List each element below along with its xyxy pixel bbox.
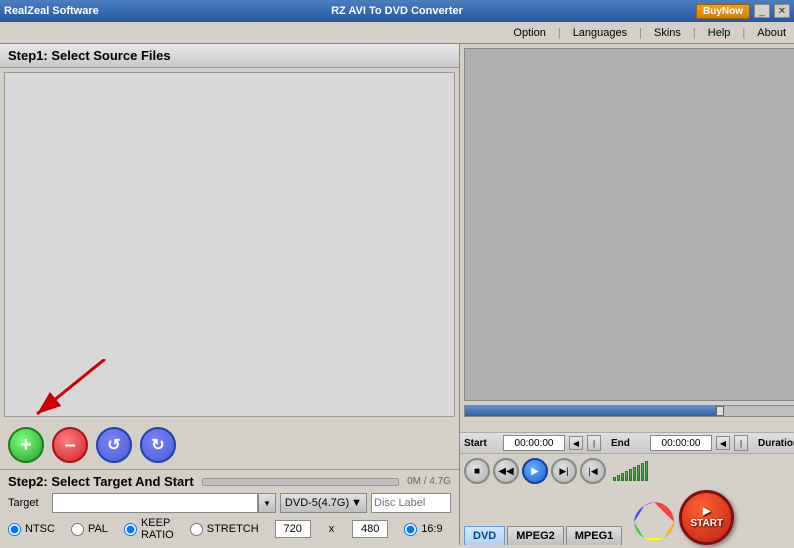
remove-file-button[interactable]: –: [52, 427, 88, 463]
app-title: RZ AVI To DVD Converter: [331, 5, 463, 17]
play-button[interactable]: ▶: [522, 458, 548, 484]
close-button[interactable]: ✕: [774, 4, 790, 18]
target-dropdown-button[interactable]: ▼: [258, 493, 276, 513]
target-label: Target: [8, 497, 48, 509]
height-input[interactable]: 480: [352, 520, 388, 538]
start-label: START: [690, 518, 723, 529]
preview-area: [464, 48, 794, 401]
move-down-button[interactable]: ↻: [140, 427, 176, 463]
pal-option: PAL: [71, 523, 108, 536]
start-icon: ▶: [703, 506, 711, 517]
start-tc-input[interactable]: 00:00:00: [503, 435, 565, 451]
menu-about[interactable]: About: [753, 25, 790, 41]
seekbar[interactable]: [464, 405, 794, 417]
disc-label-input[interactable]: [371, 493, 451, 513]
width-input[interactable]: 720: [275, 520, 311, 538]
seekbar-fill: [465, 406, 716, 416]
minimize-button[interactable]: _: [754, 4, 770, 18]
start-set-button[interactable]: |: [587, 435, 601, 451]
stop-icon: ■: [474, 466, 480, 477]
menu-bar: Option | Languages | Skins | Help | Abou…: [0, 22, 794, 44]
play-icon: ▶: [531, 466, 539, 477]
end-prev-button[interactable]: ◀: [716, 436, 730, 450]
end-tc-label: End: [611, 438, 646, 449]
target-input[interactable]: [52, 493, 258, 513]
ntsc-radio[interactable]: [8, 523, 21, 536]
keep-ratio-radio[interactable]: [124, 523, 137, 536]
start-prev-button[interactable]: ◀: [569, 436, 583, 450]
end-tc-input[interactable]: 00:00:00: [650, 435, 712, 451]
pal-label: PAL: [88, 523, 108, 535]
move-up-button[interactable]: ↺: [96, 427, 132, 463]
format-start-row: DVD MPEG2 MPEG1 ▶ START: [460, 488, 794, 545]
buynow-button[interactable]: BuyNow: [696, 4, 750, 19]
options-row: NTSC PAL KEEP RATIO STRETCH 720 x 480: [8, 517, 451, 541]
ntsc-label: NTSC: [25, 523, 55, 535]
keep-ratio-label: KEEP RATIO: [141, 517, 174, 541]
toolbar-wrapper: + – ↺ ↻: [0, 421, 459, 469]
progress-bar: [202, 478, 399, 486]
down-arrow-icon: ↻: [151, 435, 164, 455]
step2-row: Step2: Select Target And Start 0M / 4.7G: [8, 474, 451, 489]
mpeg2-tab[interactable]: MPEG2: [507, 526, 564, 545]
x-separator: x: [329, 523, 335, 535]
ntsc-option: NTSC: [8, 523, 55, 536]
dvd-tab[interactable]: DVD: [464, 526, 505, 545]
menu-help[interactable]: Help: [704, 25, 735, 41]
timecode-row: Start 00:00:00 ◀ | End 00:00:00 ◀ | Dura…: [460, 432, 794, 454]
keep-ratio-option: KEEP RATIO: [124, 517, 174, 541]
pal-radio[interactable]: [71, 523, 84, 536]
app-company: RealZeal Software: [4, 5, 99, 17]
ratio-169-option: 16:9: [404, 523, 442, 536]
end-set-button[interactable]: |: [734, 435, 748, 451]
step1-header: Step1: Select Source Files: [0, 44, 459, 68]
rewind-icon: ◀◀: [498, 466, 513, 477]
rewind-button[interactable]: ◀◀: [493, 458, 519, 484]
stop-button[interactable]: ■: [464, 458, 490, 484]
menu-skins[interactable]: Skins: [650, 25, 685, 41]
skip-forward-button[interactable]: ▶|: [551, 458, 577, 484]
ratio-169-radio[interactable]: [404, 523, 417, 536]
stretch-label: STRETCH: [207, 523, 259, 535]
volume-bar[interactable]: [613, 461, 648, 481]
start-tc-label: Start: [464, 438, 499, 449]
left-panel: Step1: Select Source Files + –: [0, 44, 460, 545]
seekbar-thumb[interactable]: [716, 406, 724, 416]
mpeg1-tab[interactable]: MPEG1: [566, 526, 623, 545]
add-file-button[interactable]: +: [8, 427, 44, 463]
skip-forward-icon: ▶|: [559, 466, 568, 477]
time-row: 00:00:00 00:00:00: [460, 419, 794, 432]
toolbar-section: + – ↺ ↻: [0, 421, 459, 469]
target-row: Target ▼ DVD-5(4.7G) ▼: [8, 493, 451, 513]
up-arrow-icon: ↺: [107, 435, 120, 455]
start-button[interactable]: ▶ START: [679, 490, 734, 545]
file-list-area[interactable]: [4, 72, 455, 417]
disc-dropdown-arrow: ▼: [351, 497, 362, 509]
menu-option[interactable]: Option: [509, 25, 549, 41]
minus-icon: –: [64, 434, 75, 457]
transport-row: ■ ◀◀ ▶ ▶| |◀: [460, 454, 794, 488]
step2-section: Step2: Select Target And Start 0M / 4.7G…: [0, 469, 459, 545]
duration-tc-label: Duration: [758, 438, 794, 449]
title-bar-controls: BuyNow _ ✕: [696, 4, 790, 19]
menu-languages[interactable]: Languages: [569, 25, 631, 41]
skip-backward-icon: |◀: [588, 466, 597, 477]
progress-text: 0M / 4.7G: [407, 476, 451, 487]
main-container: Step1: Select Source Files + –: [0, 44, 794, 545]
skip-backward-button[interactable]: |◀: [580, 458, 606, 484]
plus-icon: +: [20, 434, 32, 457]
step2-label: Step2: Select Target And Start: [8, 474, 194, 489]
stretch-radio[interactable]: [190, 523, 203, 536]
stretch-option: STRETCH: [190, 523, 259, 536]
color-wheel: [632, 500, 677, 545]
right-panel: 00:00:00 00:00:00 Start 00:00:00 ◀ | End…: [460, 44, 794, 545]
disc-size-dropdown[interactable]: DVD-5(4.7G) ▼: [280, 493, 367, 513]
disc-size-label: DVD-5(4.7G): [285, 497, 349, 509]
ratio-169-label: 16:9: [421, 523, 442, 535]
